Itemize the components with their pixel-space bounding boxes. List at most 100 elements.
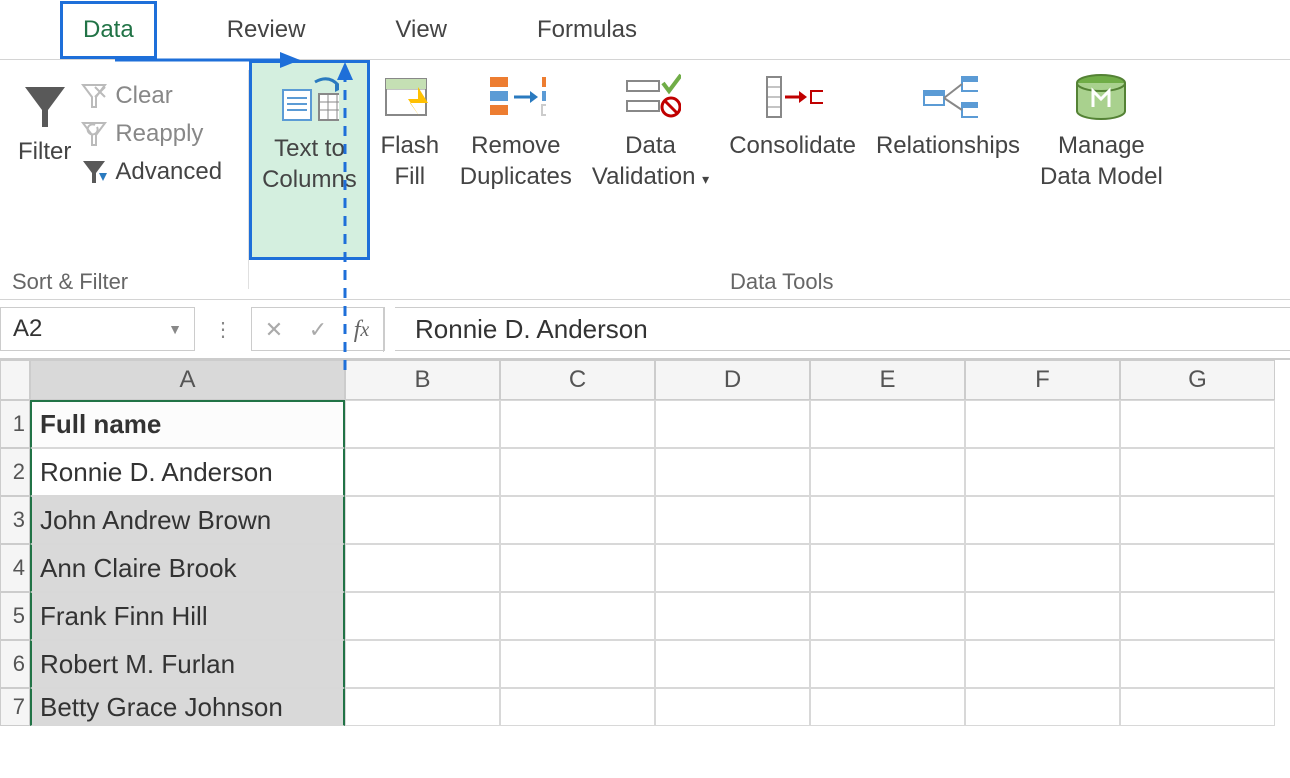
cell[interactable] [345, 688, 500, 726]
data-validation-button[interactable]: Data Validation ▾ [582, 60, 719, 299]
cell[interactable] [655, 496, 810, 544]
cell[interactable] [965, 640, 1120, 688]
remove-duplicates-icon [486, 73, 546, 121]
column-header-B[interactable]: B [345, 360, 500, 400]
row-5: 5 Frank Finn Hill [0, 592, 1290, 640]
row-header[interactable]: 1 [0, 400, 30, 448]
cell[interactable] [1120, 400, 1275, 448]
cell[interactable] [500, 544, 655, 592]
funnel-reapply-icon [81, 121, 107, 147]
check-icon: ✓ [309, 317, 327, 343]
cell[interactable] [1120, 496, 1275, 544]
cell[interactable] [810, 544, 965, 592]
cell[interactable] [345, 400, 500, 448]
cell[interactable] [1120, 640, 1275, 688]
cell[interactable] [345, 592, 500, 640]
cell[interactable] [500, 592, 655, 640]
cell-A5[interactable]: Frank Finn Hill [30, 592, 345, 640]
cell[interactable] [1120, 688, 1275, 726]
more-button[interactable]: ⋮ [205, 307, 241, 351]
cell[interactable] [500, 448, 655, 496]
flash-fill-icon [380, 73, 440, 121]
tab-review[interactable]: Review [207, 4, 326, 56]
column-header-D[interactable]: D [655, 360, 810, 400]
relationships-icon [918, 73, 978, 121]
funnel-advanced-icon [81, 159, 107, 185]
cancel-formula-button[interactable]: ✕ [252, 308, 296, 352]
cell[interactable] [1120, 592, 1275, 640]
relationships-button[interactable]: Relationships [866, 60, 1030, 299]
advanced-filter-button[interactable]: Advanced [81, 158, 222, 186]
cell[interactable] [965, 592, 1120, 640]
select-all-corner[interactable] [0, 360, 30, 400]
cell-A3[interactable]: John Andrew Brown [30, 496, 345, 544]
row-header[interactable]: 7 [0, 688, 30, 726]
cell[interactable] [500, 496, 655, 544]
remove-duplicates-button[interactable]: Remove Duplicates [450, 60, 582, 299]
cell[interactable] [965, 688, 1120, 726]
tab-formulas[interactable]: Formulas [517, 4, 657, 56]
insert-function-button[interactable]: fx [340, 308, 384, 352]
row-header[interactable]: 4 [0, 544, 30, 592]
cell[interactable] [345, 448, 500, 496]
row-header[interactable]: 3 [0, 496, 30, 544]
cell-A4[interactable]: Ann Claire Brook [30, 544, 345, 592]
name-box[interactable]: A2 ▼ [0, 307, 195, 351]
cell[interactable] [810, 640, 965, 688]
tab-view[interactable]: View [375, 4, 467, 56]
cell[interactable] [810, 448, 965, 496]
cell[interactable] [655, 640, 810, 688]
cell[interactable] [810, 688, 965, 726]
cell[interactable] [810, 400, 965, 448]
cell[interactable] [810, 496, 965, 544]
row-header[interactable]: 5 [0, 592, 30, 640]
cell[interactable] [965, 400, 1120, 448]
cell[interactable] [1120, 544, 1275, 592]
cell[interactable] [965, 496, 1120, 544]
cell[interactable] [655, 688, 810, 726]
row-header[interactable]: 6 [0, 640, 30, 688]
data-model-icon [1071, 71, 1131, 123]
cell[interactable] [345, 640, 500, 688]
cell[interactable] [1120, 448, 1275, 496]
cell[interactable] [655, 544, 810, 592]
filter-button[interactable]: Filter [18, 82, 71, 166]
spreadsheet-grid: A B C D E F G 1 Full name 2 Ronnie D. An… [0, 360, 1290, 726]
column-header-E[interactable]: E [810, 360, 965, 400]
reapply-filter-button[interactable]: Reapply [81, 120, 222, 148]
flash-fill-button[interactable]: Flash Fill [370, 60, 450, 299]
row-6: 6 Robert M. Furlan [0, 640, 1290, 688]
cell[interactable] [965, 448, 1120, 496]
formula-input[interactable]: Ronnie D. Anderson [395, 307, 1290, 351]
cell[interactable] [655, 592, 810, 640]
clear-filter-button[interactable]: Clear [81, 82, 222, 110]
sort-filter-group-label: Sort & Filter [12, 269, 128, 295]
cell[interactable] [345, 544, 500, 592]
cell-A6[interactable]: Robert M. Furlan [30, 640, 345, 688]
funnel-clear-icon [81, 83, 107, 109]
column-header-C[interactable]: C [500, 360, 655, 400]
cell-A2[interactable]: Ronnie D. Anderson [30, 448, 345, 496]
cell[interactable] [810, 592, 965, 640]
cell[interactable] [345, 496, 500, 544]
column-header-G[interactable]: G [1120, 360, 1275, 400]
column-header-A[interactable]: A [30, 360, 345, 400]
tab-data[interactable]: Data [60, 1, 157, 59]
row-header[interactable]: 2 [0, 448, 30, 496]
enter-formula-button[interactable]: ✓ [296, 308, 340, 352]
cell[interactable] [500, 688, 655, 726]
chevron-down-icon: ▼ [168, 321, 182, 337]
cell-A1[interactable]: Full name [30, 400, 345, 448]
column-header-F[interactable]: F [965, 360, 1120, 400]
consolidate-button[interactable]: Consolidate [719, 60, 866, 299]
cell[interactable] [655, 400, 810, 448]
text-to-columns-button[interactable]: Text to Columns [249, 60, 370, 260]
cell[interactable] [655, 448, 810, 496]
cell[interactable] [500, 400, 655, 448]
text-to-columns-icon [279, 76, 339, 124]
cell[interactable] [500, 640, 655, 688]
data-tools-group-label: Data Tools [730, 269, 834, 295]
cell-A7[interactable]: Betty Grace Johnson [30, 688, 345, 726]
cell[interactable] [965, 544, 1120, 592]
manage-data-model-button[interactable]: Manage Data Model [1030, 60, 1173, 299]
